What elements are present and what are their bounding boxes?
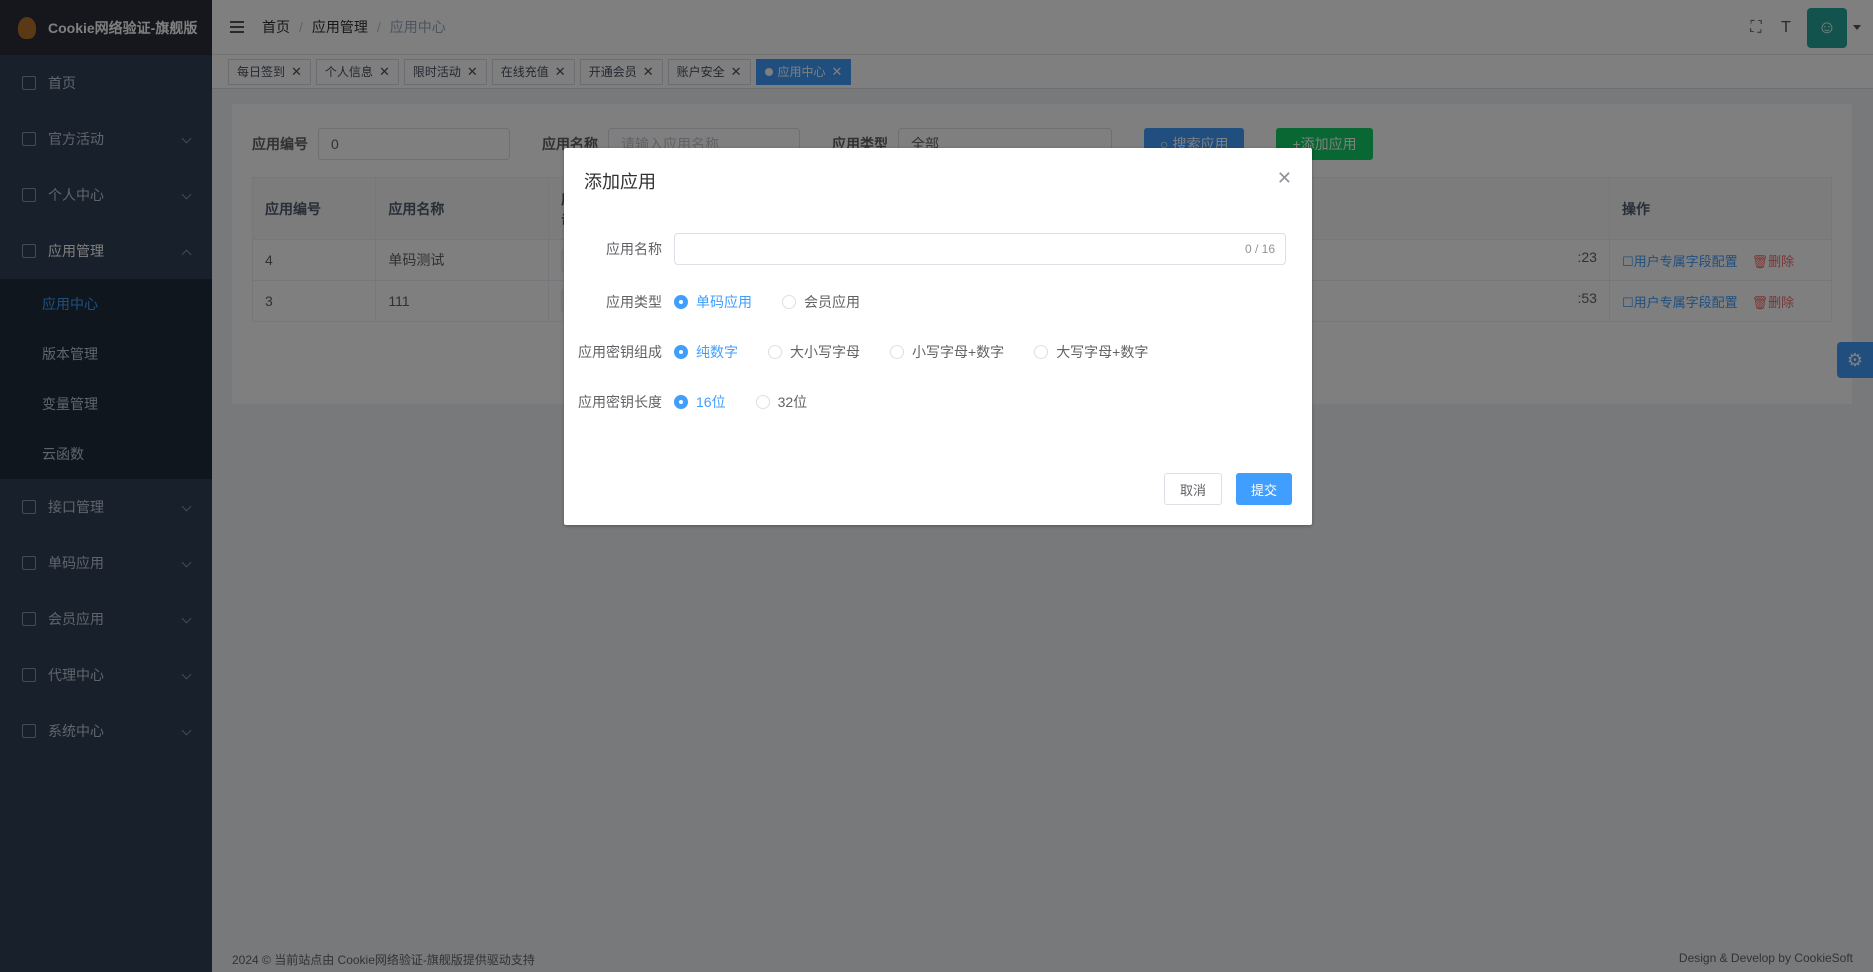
form-row-key-composition: 应用密钥组成 纯数字 大小写字母 小写字母+数字 大写字母+数字 (564, 342, 1178, 362)
radio-checked-icon (674, 395, 688, 409)
radio-uppercase-digits[interactable]: 大写字母+数字 (1034, 342, 1148, 362)
radio-checked-icon (674, 345, 688, 359)
key-length-label: 应用密钥长度 (578, 394, 662, 410)
radio-checked-icon (674, 295, 688, 309)
dialog-title: 添加应用 (584, 172, 656, 192)
add-app-dialog: 添加应用 ✕ 应用名称 0 / 16 应用类型 单码应用 会员应用 应用密钥组成… (564, 148, 1312, 525)
key-composition-label: 应用密钥组成 (578, 344, 662, 360)
radio-unchecked-icon (755, 395, 770, 409)
char-count: 0 / 16 (1244, 242, 1275, 256)
radio-single-code-app[interactable]: 单码应用 (674, 292, 752, 312)
radio-lowercase-digits[interactable]: 小写字母+数字 (890, 342, 1004, 362)
app-type-label: 应用类型 (606, 294, 662, 310)
radio-label: 会员应用 (804, 294, 860, 310)
radio-label: 小写字母+数字 (912, 344, 1005, 360)
radio-label: 单码应用 (696, 294, 752, 310)
cancel-button[interactable]: 取消 (1163, 473, 1222, 505)
radio-label: 大写字母+数字 (1056, 344, 1149, 360)
submit-button[interactable]: 提交 (1235, 473, 1292, 505)
app-name-input[interactable]: 0 / 16 (674, 233, 1286, 265)
radio-unchecked-icon (1034, 345, 1049, 359)
radio-label: 纯数字 (696, 344, 738, 360)
radio-digits-only[interactable]: 纯数字 (674, 342, 738, 362)
radio-label: 16位 (696, 394, 726, 410)
radio-unchecked-icon (890, 345, 904, 359)
radio-label: 32位 (777, 394, 808, 410)
radio-unchecked-icon (768, 345, 782, 359)
form-row-app-name: 应用名称 0 / 16 (564, 233, 1286, 265)
radio-unchecked-icon (782, 295, 796, 309)
form-row-key-length: 应用密钥长度 16位 32位 (564, 392, 837, 412)
form-row-app-type: 应用类型 单码应用 会员应用 (564, 292, 890, 312)
app-name-label: 应用名称 (606, 241, 662, 257)
radio-32-digits[interactable]: 32位 (755, 392, 808, 412)
radio-16-digits[interactable]: 16位 (674, 392, 726, 412)
radio-member-app[interactable]: 会员应用 (782, 292, 860, 312)
radio-label: 大小写字母 (790, 344, 860, 360)
radio-mixed-case-letters[interactable]: 大小写字母 (768, 342, 860, 362)
close-icon[interactable]: ✕ (1277, 168, 1292, 189)
